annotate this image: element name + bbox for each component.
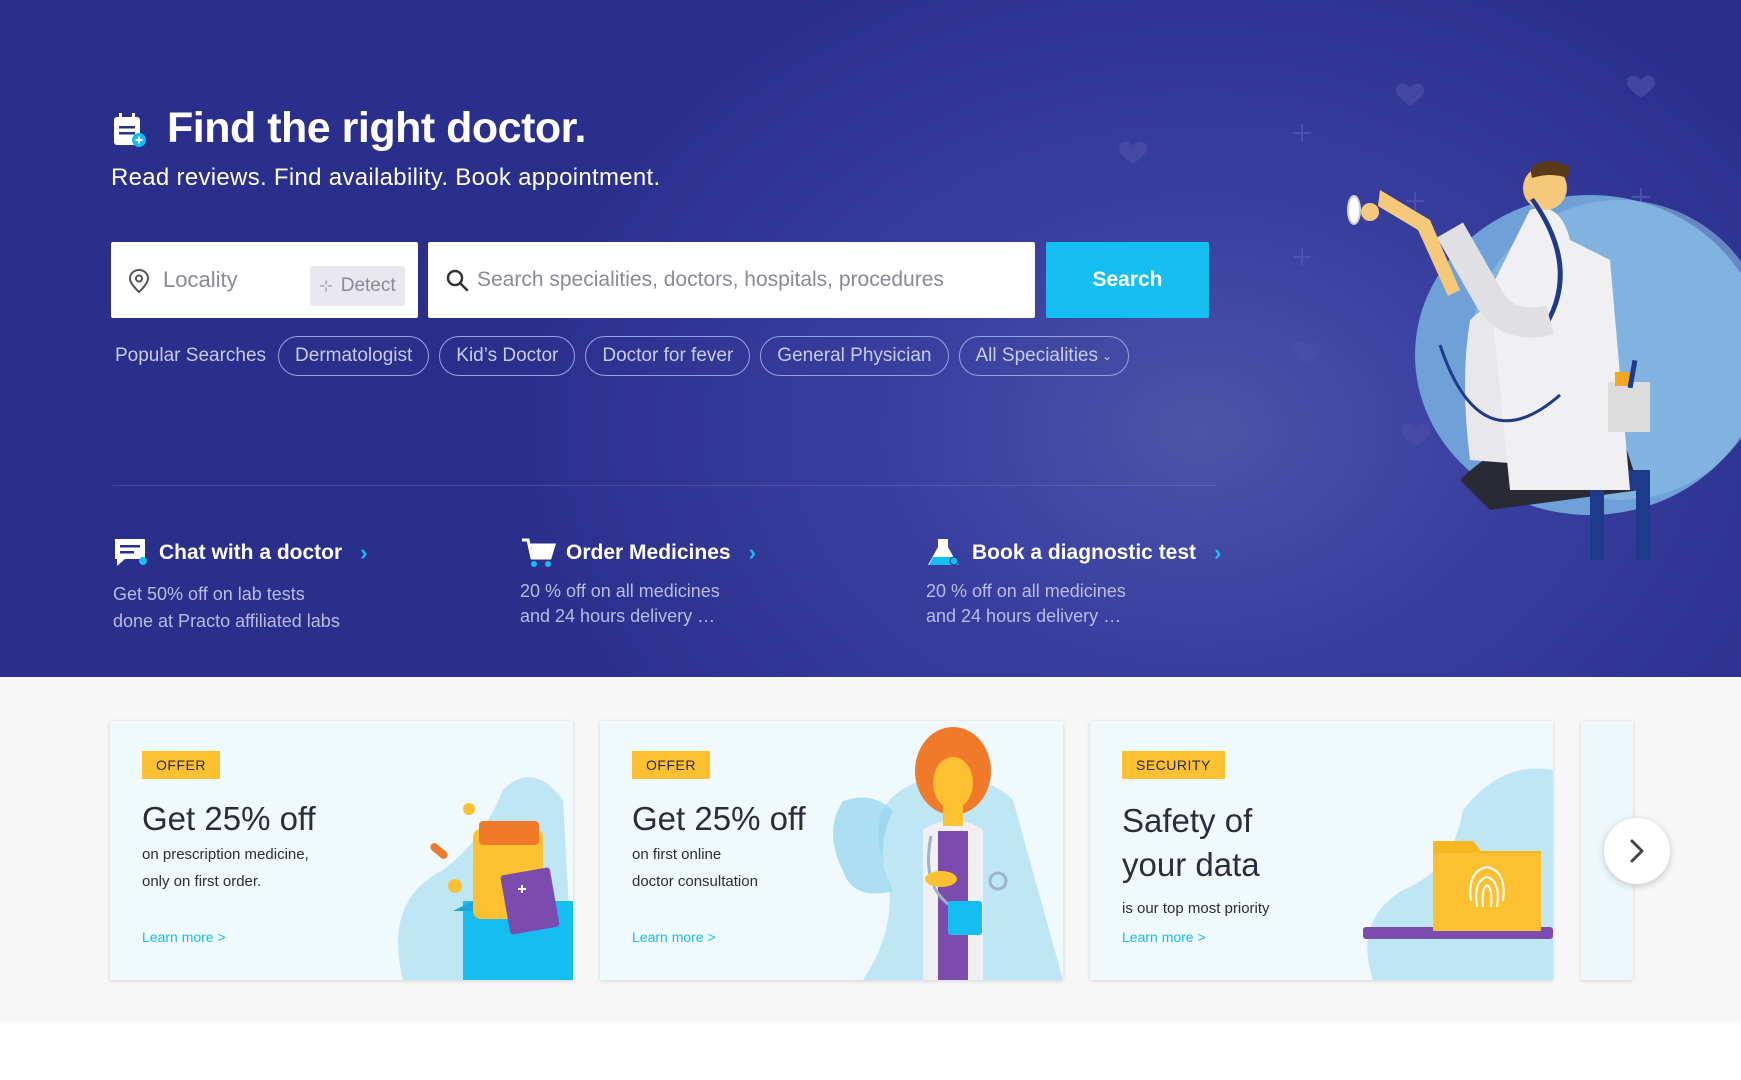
offer-subtitle: on first online doctor consultation — [632, 841, 852, 895]
service-chat-desc-1: Get 50% off on lab tests — [113, 584, 305, 604]
search-button[interactable]: Search — [1046, 242, 1209, 318]
service-diagnostic-desc-2: and 24 hours delivery … — [926, 606, 1122, 626]
offer-badge: OFFER — [632, 751, 710, 779]
chat-icon — [115, 539, 147, 566]
offer-subtitle: is our top most priority — [1122, 900, 1270, 917]
search-icon — [446, 269, 469, 292]
chip-general-physician[interactable]: General Physician — [760, 336, 949, 376]
service-diagnostic[interactable]: Book a diagnostic test › 20 % off on all… — [926, 535, 1221, 629]
offer-card[interactable]: OFFER Get 25% off on first online doctor… — [600, 721, 1063, 980]
offer-subtitle-line: on prescription medicine, — [142, 846, 309, 863]
cart-icon — [522, 538, 556, 567]
chip-kids-doctor[interactable]: Kid’s Doctor — [439, 336, 576, 376]
offer-card[interactable]: OFFER Get 25% off on prescription medici… — [110, 721, 573, 980]
hero-divider — [113, 485, 1215, 486]
locality-input[interactable] — [163, 264, 303, 296]
offer-subtitle-line: on first online — [632, 846, 722, 863]
chip-dermatologist[interactable]: Dermatologist — [278, 336, 430, 376]
carousel-next-button[interactable] — [1604, 818, 1670, 884]
chip-all-specialities[interactable]: All Specialities ⌄ — [958, 336, 1130, 376]
offer-title: Get 25% off — [632, 800, 806, 837]
service-diagnostic-desc-1: 20 % off on all medicines — [926, 581, 1126, 601]
search-field[interactable] — [428, 242, 1035, 318]
popular-searches: Popular Searches Dermatologist Kid’s Doc… — [115, 336, 1139, 376]
page-subtitle: Read reviews. Find availability. Book ap… — [111, 164, 661, 191]
offer-subtitle-line: doctor consultation — [632, 873, 758, 890]
page-title: Find the right doctor. — [167, 104, 586, 152]
popular-searches-label: Popular Searches — [115, 345, 267, 366]
chip-all-specialities-label: All Specialities — [975, 345, 1099, 366]
locality-field[interactable]: ⊹ Detect — [111, 242, 418, 318]
service-medicines[interactable]: Order Medicines › 20 % off on all medici… — [520, 535, 756, 629]
detect-location-button[interactable]: ⊹ Detect — [310, 266, 405, 306]
flask-icon — [928, 539, 959, 566]
learn-more-link[interactable]: Learn more > — [632, 929, 716, 945]
crosshair-icon: ⊹ — [319, 278, 333, 295]
female-doctor-illustration — [833, 727, 1063, 980]
chevron-right-icon: › — [360, 540, 368, 565]
service-medicines-title: Order Medicines — [566, 541, 731, 564]
detect-label: Detect — [340, 275, 396, 296]
chevron-right-icon: › — [748, 540, 756, 565]
learn-more-link[interactable]: Learn more > — [1122, 929, 1206, 945]
chevron-right-icon — [1630, 839, 1644, 863]
hero-title-row: Find the right doctor. — [111, 104, 586, 153]
location-pin-icon — [128, 269, 150, 293]
chevron-right-icon: › — [1214, 540, 1222, 565]
doctor-illustration — [1347, 161, 1741, 560]
chevron-down-icon: ⌄ — [1102, 349, 1113, 363]
learn-more-link[interactable]: Learn more > — [142, 929, 226, 945]
offer-title-line: Safety of — [1122, 802, 1253, 839]
appointment-icon — [114, 112, 146, 147]
search-input[interactable] — [477, 264, 1017, 296]
medicine-illustration — [398, 777, 573, 980]
offer-subtitle-line: only on first order. — [142, 873, 262, 890]
chip-doctor-for-fever[interactable]: Doctor for fever — [585, 336, 751, 376]
offer-card[interactable]: SECURITY Safety of your data is our top … — [1090, 721, 1553, 980]
service-medicines-desc-2: and 24 hours delivery … — [520, 606, 716, 626]
service-chat[interactable]: Chat with a doctor › Get 50% off on lab … — [113, 535, 368, 635]
offer-title: Get 25% off — [142, 800, 316, 837]
service-medicines-desc-1: 20 % off on all medicines — [520, 581, 720, 601]
offer-badge: OFFER — [142, 751, 220, 779]
service-chat-desc-2: done at Practo affiliated labs — [113, 611, 340, 631]
offer-subtitle: on prescription medicine, only on first … — [142, 841, 362, 895]
security-badge: SECURITY — [1122, 751, 1225, 779]
service-chat-title: Chat with a doctor — [159, 541, 343, 564]
hero-banner: Find the right doctor. Read reviews. Fin… — [0, 0, 1741, 677]
offer-title: Safety of your data — [1122, 799, 1382, 887]
offer-title-line: your data — [1122, 846, 1260, 883]
service-diagnostic-title: Book a diagnostic test — [972, 541, 1197, 564]
